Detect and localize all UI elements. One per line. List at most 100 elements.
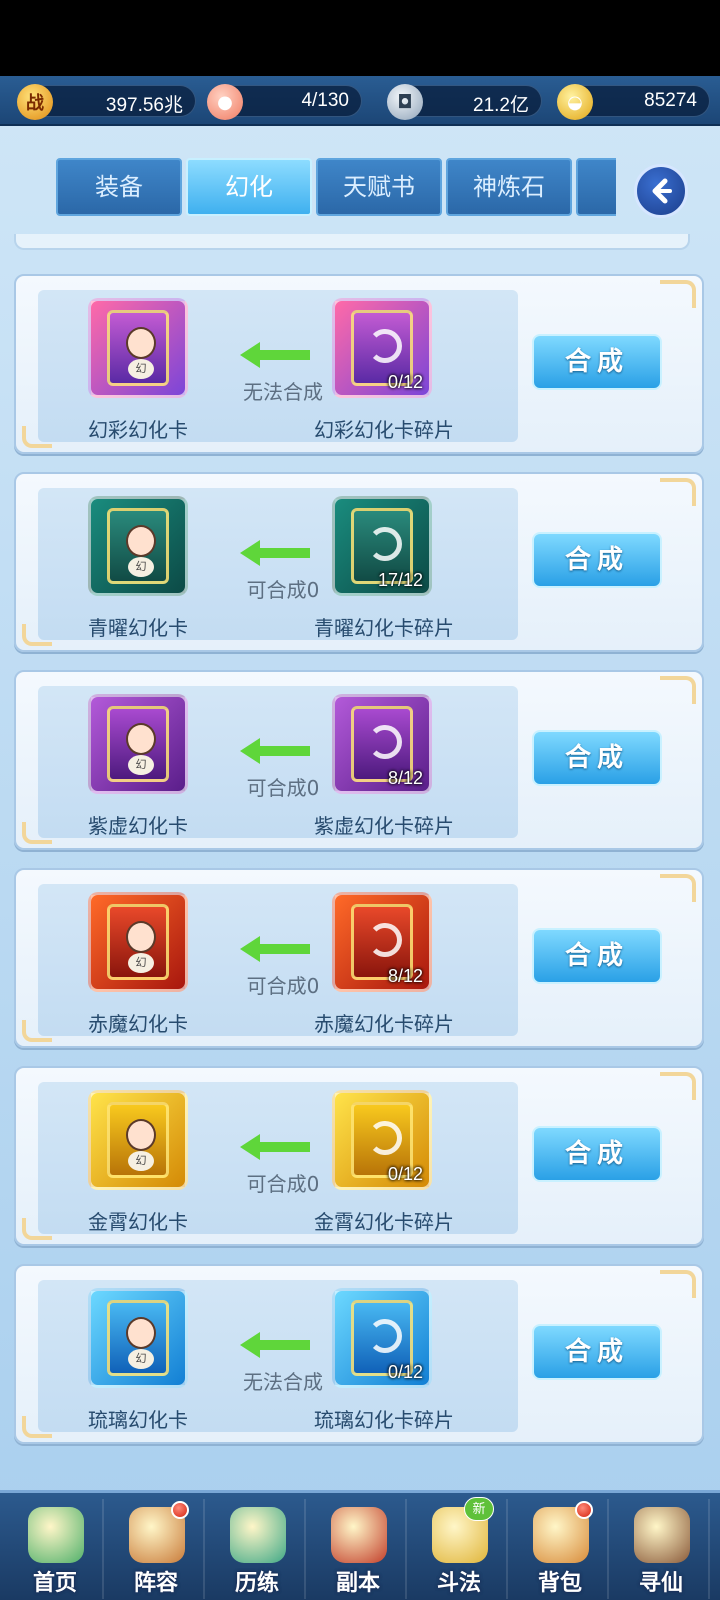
nav-item[interactable]: 寻仙	[612, 1499, 710, 1599]
fragment-name: 紫虚幻化卡碎片	[314, 814, 454, 838]
nav-label: 首页	[32, 1571, 77, 1596]
new-badge: 新	[464, 1497, 494, 1521]
transform-card-icon[interactable]: 幻	[88, 1288, 188, 1388]
synthesize-button[interactable]: 合成	[532, 730, 662, 786]
fragment-count: 17/12	[377, 570, 423, 590]
corner-ornament	[660, 478, 696, 506]
synthesis-status: 可合成0	[246, 578, 320, 602]
tab-talent-book[interactable]: 天赋书	[316, 158, 442, 216]
silver-display[interactable]: ◘ 21.2亿	[387, 84, 542, 120]
nav-label: 背包	[537, 1571, 582, 1596]
arrow-left-icon	[240, 540, 310, 566]
corner-ornament	[660, 1072, 696, 1100]
fragment-icon[interactable]: 0/12	[332, 1288, 432, 1388]
swirl-icon	[368, 527, 402, 561]
chevron-left-icon	[652, 178, 672, 204]
nav-item[interactable]: 新 斗法	[410, 1497, 508, 1599]
fragment-icon[interactable]: 0/12	[332, 298, 432, 398]
fragment-count: 0/12	[387, 372, 423, 392]
nav-item[interactable]: 阵容	[107, 1499, 205, 1599]
synthesis-status: 可合成0	[246, 1172, 320, 1196]
nav-item[interactable]: 历练	[208, 1499, 306, 1599]
back-button[interactable]	[634, 164, 688, 218]
synthesis-panel: 幻 无法合成 0/12 琉璃幻化卡 琉璃幻化卡碎片	[38, 1280, 518, 1432]
fragment-icon[interactable]: 8/12	[332, 892, 432, 992]
synthesis-panel: 幻 可合成0 0/12 金霄幻化卡 金霄幻化卡碎片	[38, 1082, 518, 1234]
gold-value: 85274	[644, 90, 697, 111]
home-icon	[28, 1507, 84, 1563]
arrow-left-icon	[240, 738, 310, 764]
arrow-left-icon	[240, 342, 310, 368]
character-face	[126, 525, 156, 557]
silver-value: 21.2亿	[473, 95, 529, 116]
tab-refining-stone[interactable]: 神炼石	[446, 158, 572, 216]
synthesis-row: 幻 无法合成 0/12 琉璃幻化卡 琉璃幻化卡碎片 合成	[14, 1264, 704, 1444]
notification-dot	[575, 1501, 593, 1519]
tab-transform[interactable]: 幻化	[186, 158, 312, 216]
synthesis-panel: 幻 无法合成 0/12 幻彩幻化卡 幻彩幻化卡碎片	[38, 290, 518, 442]
fragment-count: 8/12	[387, 966, 423, 986]
arrow-left-icon	[240, 1332, 310, 1358]
nav-item[interactable]: 首页	[6, 1499, 104, 1599]
battle-power-value: 397.56兆	[105, 95, 183, 116]
transform-glyph: 幻	[128, 359, 154, 379]
transform-card-name: 琉璃幻化卡	[88, 1408, 188, 1432]
swirl-icon	[368, 329, 402, 363]
corner-ornament	[660, 676, 696, 704]
transform-card-name: 金霄幻化卡	[88, 1210, 188, 1234]
swirl-icon	[368, 725, 402, 759]
battle-power-display: 战 397.56兆	[17, 84, 196, 120]
synthesis-status: 可合成0	[246, 974, 320, 998]
synthesize-button[interactable]: 合成	[532, 928, 662, 984]
transform-glyph: 幻	[128, 1151, 154, 1171]
tab-equipment[interactable]: 装备	[56, 158, 182, 216]
synthesis-row: 幻 可合成0 8/12 紫虚幻化卡 紫虚幻化卡碎片 合成	[14, 670, 704, 850]
fragment-icon[interactable]: 0/12	[332, 1090, 432, 1190]
transform-card-icon[interactable]: 幻	[88, 1090, 188, 1190]
gold-ingot-icon: ◒	[557, 84, 593, 120]
tab-hidden-next[interactable]	[576, 158, 616, 216]
synthesis-row: 幻 可合成0 8/12 赤魔幻化卡 赤魔幻化卡碎片 合成	[14, 868, 704, 1048]
gold-display[interactable]: ◒ 85274	[557, 84, 710, 120]
fragment-name: 青曜幻化卡碎片	[314, 616, 454, 640]
nav-item[interactable]: 副本	[309, 1499, 407, 1599]
synthesize-button[interactable]: 合成	[532, 1126, 662, 1182]
bottom-navigation: 首页 阵容 历练 副本 新 斗法 背包 寻仙	[0, 1490, 720, 1600]
synthesize-button[interactable]: 合成	[532, 532, 662, 588]
card-portrait: 幻	[107, 706, 169, 782]
card-portrait: 幻	[107, 310, 169, 386]
nav-item[interactable]: 背包	[511, 1499, 609, 1599]
stamina-display[interactable]: ● 4/130	[207, 84, 362, 120]
card-portrait: 幻	[107, 1102, 169, 1178]
character-face	[126, 327, 156, 359]
transform-glyph: 幻	[128, 1349, 154, 1369]
fragment-name: 金霄幻化卡碎片	[314, 1210, 454, 1234]
transform-card-name: 青曜幻化卡	[88, 616, 188, 640]
silver-coin-icon: ◘	[387, 84, 423, 120]
card-portrait: 幻	[107, 1300, 169, 1376]
transform-card-icon[interactable]: 幻	[88, 892, 188, 992]
synthesis-status: 无法合成	[243, 380, 323, 404]
swirl-icon	[368, 923, 402, 957]
transform-card-icon[interactable]: 幻	[88, 496, 188, 596]
card-portrait: 幻	[107, 508, 169, 584]
transform-card-icon[interactable]: 幻	[88, 298, 188, 398]
fragment-icon[interactable]: 17/12	[332, 496, 432, 596]
synthesize-button[interactable]: 合成	[532, 1324, 662, 1380]
status-bar-area	[0, 0, 720, 76]
synthesis-screen: 战 397.56兆 ● 4/130 ◘ 21.2亿 ◒ 85274 装备 幻化 …	[0, 76, 720, 1600]
synthesize-button[interactable]: 合成	[532, 334, 662, 390]
synthesis-panel: 幻 可合成0 8/12 赤魔幻化卡 赤魔幻化卡碎片	[38, 884, 518, 1036]
nav-label: 副本	[335, 1571, 380, 1596]
fragment-icon[interactable]: 8/12	[332, 694, 432, 794]
nav-label: 寻仙	[638, 1571, 683, 1596]
dungeon-icon	[331, 1507, 387, 1563]
stamina-value: 4/130	[301, 90, 349, 111]
transform-card-icon[interactable]: 幻	[88, 694, 188, 794]
transform-card-name: 赤魔幻化卡	[88, 1012, 188, 1036]
previous-card-edge	[14, 234, 690, 250]
training-icon	[230, 1507, 286, 1563]
character-face	[126, 921, 156, 953]
arrow-left-icon	[240, 1134, 310, 1160]
arrow-left-icon	[240, 936, 310, 962]
